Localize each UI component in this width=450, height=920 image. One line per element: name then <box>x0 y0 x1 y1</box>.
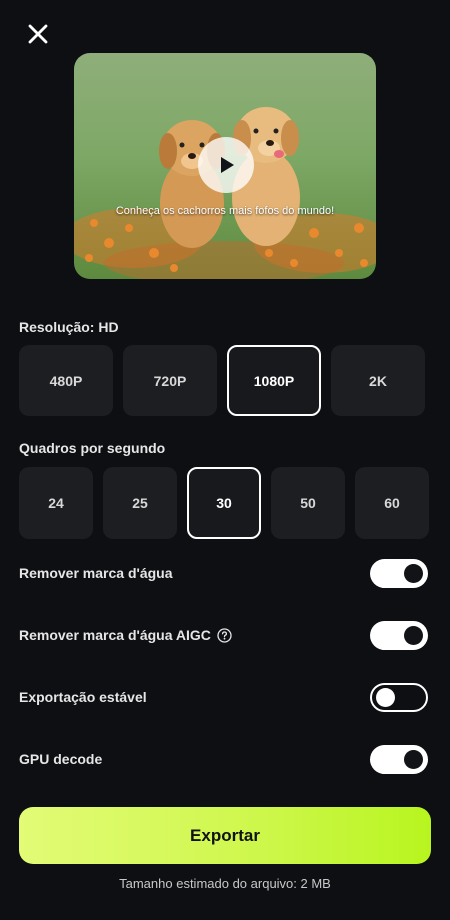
fps-option-30[interactable]: 30 <box>187 467 261 539</box>
play-icon <box>221 157 234 173</box>
toggle-row-remove-aigc-watermark: Remover marca d'água AIGC <box>19 620 428 650</box>
toggle-knob <box>404 749 423 769</box>
fps-option-60[interactable]: 60 <box>355 467 429 539</box>
remove-watermark-label: Remover marca d'água <box>19 565 173 581</box>
fps-option-25[interactable]: 25 <box>103 467 177 539</box>
remove-aigc-watermark-label: Remover marca d'água AIGC <box>19 627 211 643</box>
remove-watermark-toggle[interactable] <box>370 558 428 588</box>
gpu-decode-label: GPU decode <box>19 751 103 767</box>
resolution-option-1080p[interactable]: 1080P <box>227 345 321 416</box>
fps-label: Quadros por segundo <box>19 440 166 456</box>
stable-export-toggle[interactable] <box>370 682 428 712</box>
estimated-file-size: Tamanho estimado do arquivo: 2 MB <box>119 876 331 891</box>
gpu-decode-toggle[interactable] <box>370 744 428 774</box>
toggle-knob <box>404 625 423 645</box>
resolution-option-2k[interactable]: 2K <box>331 345 425 416</box>
help-circle-icon[interactable] <box>217 627 232 643</box>
toggle-row-stable-export: Exportação estável <box>19 682 428 712</box>
toggle-row-gpu-decode: GPU decode <box>19 744 428 774</box>
play-button[interactable] <box>198 137 254 193</box>
resolution-option-480p[interactable]: 480P <box>19 345 113 416</box>
resolution-option-720p[interactable]: 720P <box>123 345 217 416</box>
video-caption: Conheça os cachorros mais fofos do mundo… <box>115 205 335 217</box>
video-preview[interactable]: Conheça os cachorros mais fofos do mundo… <box>74 53 376 279</box>
toggle-knob <box>404 563 423 583</box>
export-button[interactable]: Exportar <box>19 807 431 864</box>
close-button[interactable] <box>24 20 52 48</box>
toggle-knob <box>376 687 395 707</box>
remove-aigc-watermark-label-wrap: Remover marca d'água AIGC <box>19 627 232 643</box>
remove-aigc-watermark-toggle[interactable] <box>370 620 428 650</box>
resolution-options: 480P 720P 1080P 2K <box>19 345 425 416</box>
toggle-row-remove-watermark: Remover marca d'água <box>19 558 428 588</box>
fps-option-50[interactable]: 50 <box>271 467 345 539</box>
stable-export-label: Exportação estável <box>19 689 147 705</box>
fps-option-24[interactable]: 24 <box>19 467 93 539</box>
fps-options: 24 25 30 50 60 <box>19 467 429 539</box>
close-icon <box>28 24 48 44</box>
resolution-label: Resolução: HD <box>19 319 119 335</box>
export-settings-screen: Conheça os cachorros mais fofos do mundo… <box>0 0 450 920</box>
